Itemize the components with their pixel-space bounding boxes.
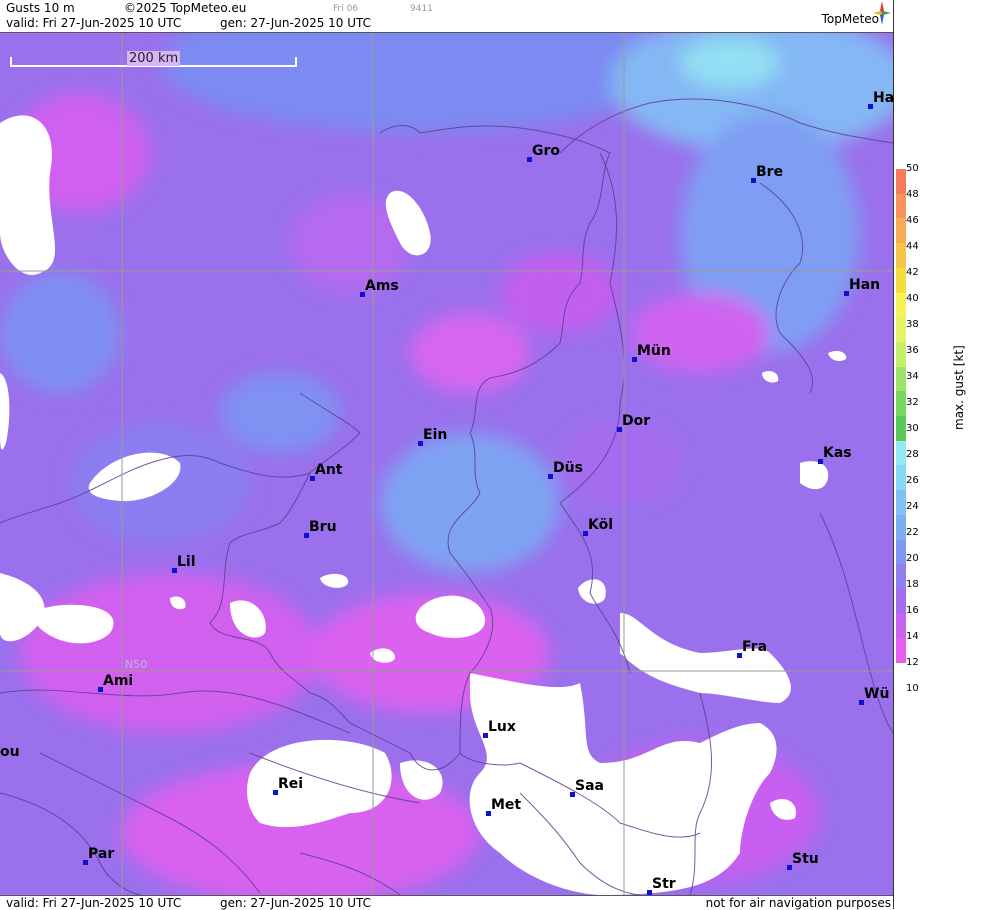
legend-swatch [896, 218, 906, 244]
legend-tick-label: 48 [906, 189, 919, 200]
legend-swatch [896, 169, 906, 195]
brand-name: TopMeteo [821, 12, 879, 26]
city-label: ou [0, 744, 20, 760]
city-label: Ams [365, 278, 399, 294]
legend-swatch [896, 440, 906, 466]
city-label: Ant [315, 462, 343, 478]
legend-tick-label: 42 [906, 267, 919, 278]
city-label: Gro [532, 143, 561, 159]
legend-tick-label: 30 [906, 423, 919, 434]
legend-title: max. gust [kt] [952, 345, 966, 430]
footer-valid-time: valid: Fri 27-Jun-2025 10 UTC [6, 896, 182, 910]
legend-tick-label: 24 [906, 501, 919, 512]
legend-tick-label: 38 [906, 319, 919, 330]
city-label: Ami [103, 673, 134, 689]
wind-gust-map[interactable]: 200 km N50 Gro Bre Ha Ams Han Mün Ein Do… [0, 33, 893, 895]
legend-tick-label: 32 [906, 397, 919, 408]
footer-gen-time: gen: 27-Jun-2025 10 UTC [220, 896, 372, 910]
legend-swatch [896, 539, 906, 565]
city-label: Par [88, 846, 115, 862]
city-label: Lux [488, 719, 516, 735]
legend-swatch [896, 514, 906, 540]
city-label: Lil [177, 554, 196, 570]
city-label: Köl [588, 517, 614, 533]
legend-swatch [896, 292, 906, 318]
legend-tick-label: 22 [906, 527, 919, 538]
latitude-label: N50 [125, 658, 148, 671]
city-label: Kas [823, 445, 852, 461]
legend-tick-label: 34 [906, 371, 919, 382]
map-title: Gusts 10 m [6, 1, 75, 15]
legend-swatch [896, 465, 906, 491]
legend-tick-label: 50 [906, 163, 919, 174]
city-label: Met [491, 797, 522, 813]
small-run-label: Fri 06 [333, 4, 359, 14]
city-label: Düs [553, 460, 583, 476]
city-label: Saa [575, 778, 604, 794]
map-header: Gusts 10 m ©2025 TopMeteo.eu Fri 06 9411… [0, 0, 893, 33]
city-label: Ein [423, 427, 448, 443]
legend-color-bar [896, 169, 906, 664]
city-label: Bru [309, 519, 337, 535]
legend-tick-label: 18 [906, 579, 919, 590]
disclaimer: not for air navigation purposes [705, 896, 891, 910]
gust-field [0, 33, 893, 895]
gen-time: gen: 27-Jun-2025 10 UTC [220, 16, 372, 30]
legend-swatch [896, 243, 906, 269]
city-label: Dor [622, 413, 651, 429]
legend-tick-label: 44 [906, 241, 919, 252]
legend-swatch [896, 193, 906, 219]
legend-swatch [896, 564, 906, 590]
legend-tick-label: 10 [906, 683, 919, 694]
city-label: Wü [864, 686, 890, 702]
city-label: Han [849, 277, 881, 293]
city-label: Bre [756, 164, 784, 180]
city-label: Rei [278, 776, 304, 792]
legend-swatch [896, 588, 906, 615]
legend-swatch [896, 341, 906, 368]
city-label: Mün [637, 343, 671, 359]
legend-tick-label: 12 [906, 657, 919, 668]
color-legend: 50 48 46 44 42 40 38 36 34 32 30 28 26 24 22 20 18 16 14 12… [893, 0, 983, 909]
topmeteo-logo-icon [873, 1, 891, 25]
city-label: Fra [742, 639, 768, 655]
legend-tick-label: 26 [906, 475, 919, 486]
legend-swatch [896, 416, 906, 442]
legend-swatch [896, 267, 906, 293]
legend-tick-label: 16 [906, 605, 919, 616]
legend-swatch [896, 317, 906, 343]
copyright: ©2025 TopMeteo.eu [124, 1, 247, 15]
city-label: Str [652, 876, 676, 892]
legend-swatch [896, 613, 906, 639]
legend-tick-label: 40 [906, 293, 919, 304]
scale-label: 200 km [127, 51, 181, 66]
valid-time: valid: Fri 27-Jun-2025 10 UTC [6, 16, 182, 30]
legend-tick-label: 14 [906, 631, 919, 642]
city-label: Ha [873, 90, 893, 106]
legend-tick-label: 28 [906, 449, 919, 460]
legend-swatch [896, 391, 906, 417]
small-code-label: 9411 [410, 4, 433, 14]
legend-tick-label: 20 [906, 553, 919, 564]
scale-bar: 200 km [10, 51, 297, 67]
map-footer: valid: Fri 27-Jun-2025 10 UTC gen: 27-Ju… [0, 895, 893, 910]
legend-swatch [896, 638, 906, 664]
city-label: Stu [792, 851, 819, 867]
legend-swatch [896, 490, 906, 516]
legend-swatch [896, 366, 906, 392]
legend-tick-label: 36 [906, 345, 919, 356]
legend-tick-label: 46 [906, 215, 919, 226]
